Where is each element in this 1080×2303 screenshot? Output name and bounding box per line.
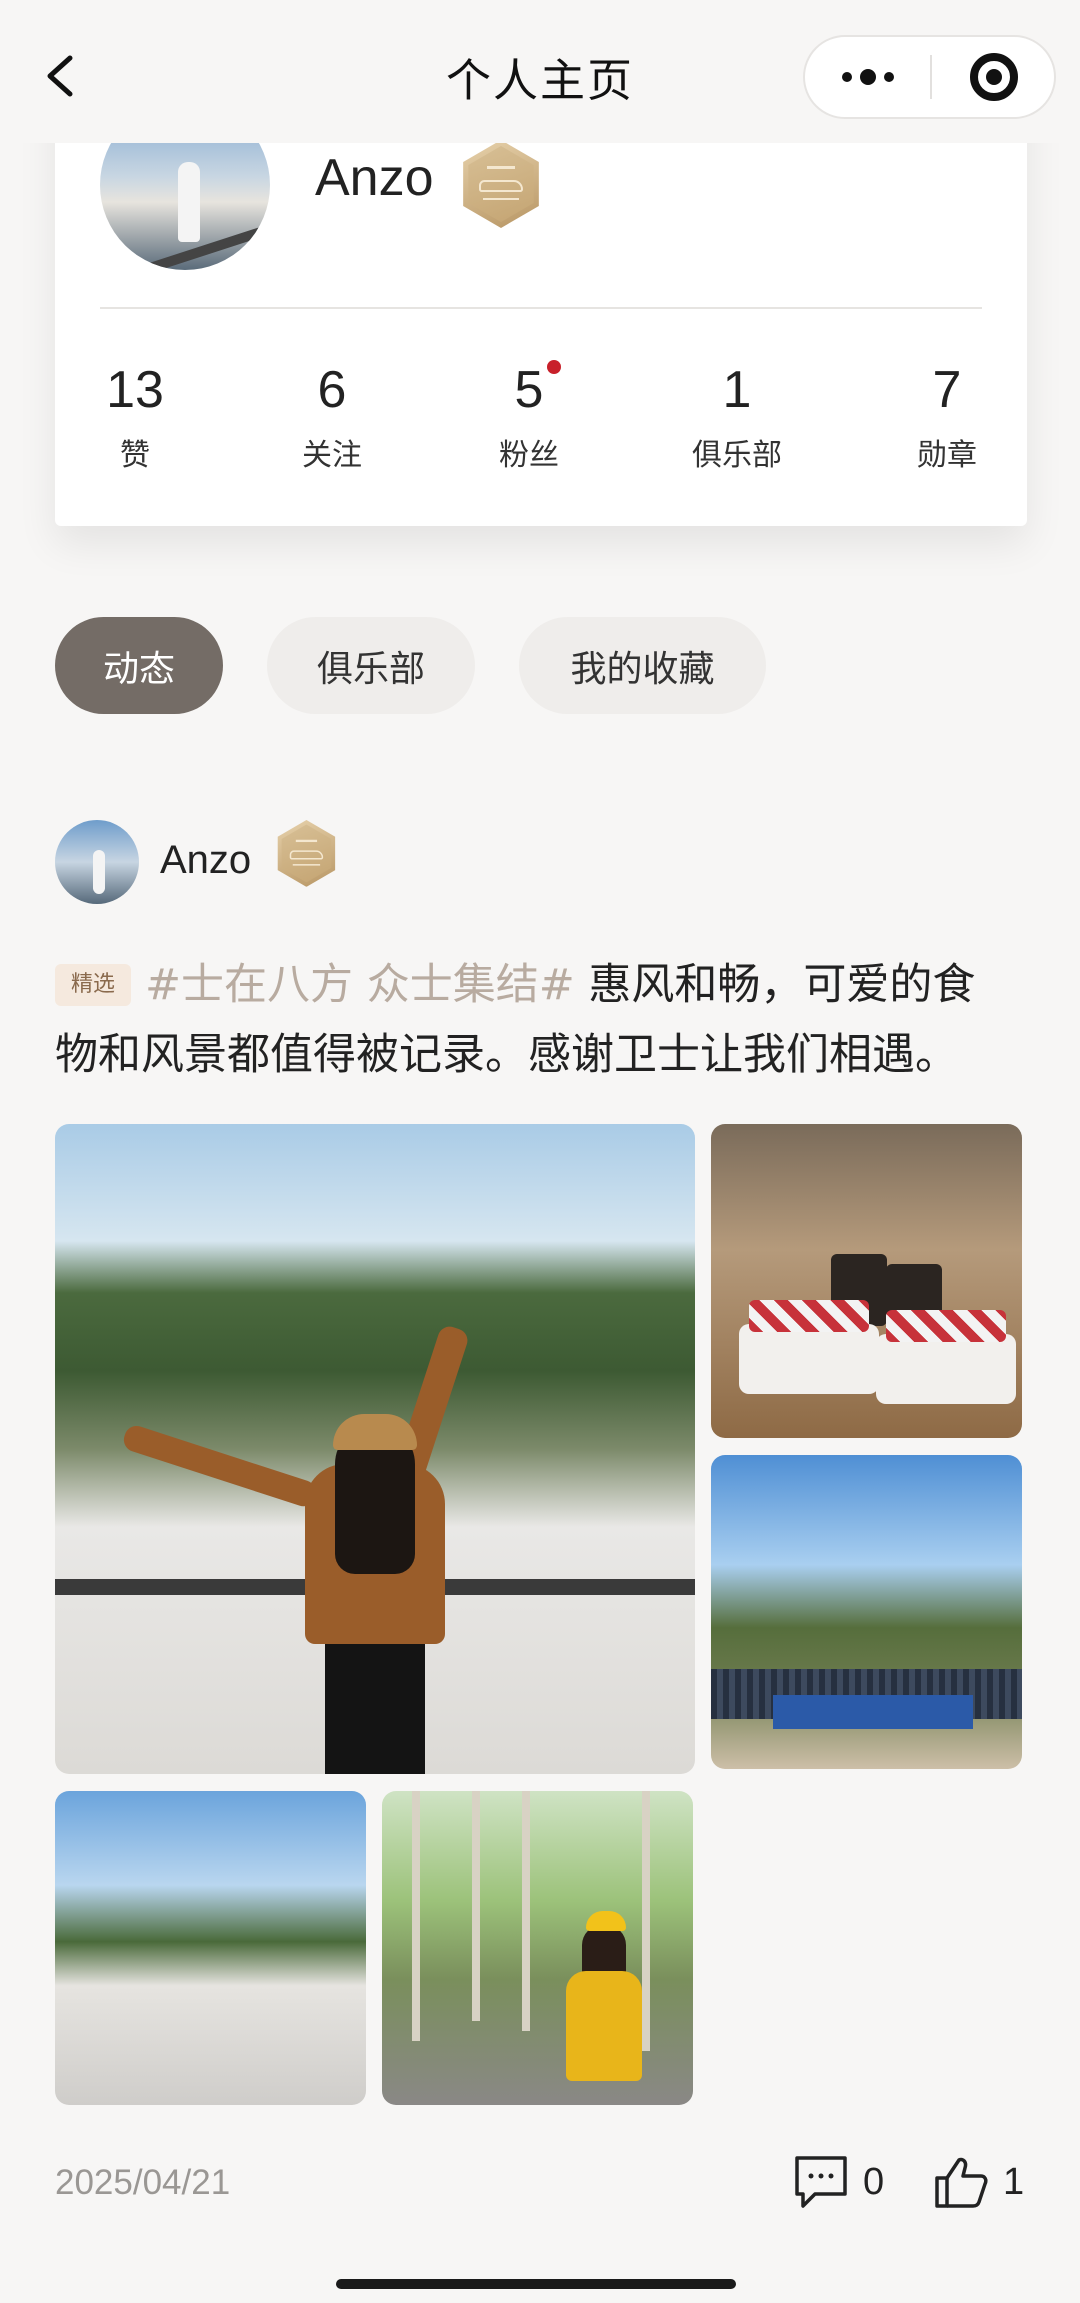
post-photo[interactable] [711, 1455, 1022, 1769]
stat-value: 6 [317, 361, 347, 419]
tab-posts[interactable]: 动态 [55, 617, 223, 714]
stat-medals[interactable]: 7 勋章 [882, 360, 1012, 474]
thumbs-up-icon [935, 2157, 988, 2208]
home-indicator [336, 2279, 736, 2289]
post-photo[interactable] [55, 1124, 695, 1774]
like-count: 1 [1003, 2160, 1025, 2203]
profile-name: Anzo [315, 149, 434, 207]
mini-program-capsule [803, 35, 1056, 119]
post-author-name[interactable]: Anzo [160, 838, 251, 883]
post-date: 2025/04/21 [55, 2163, 231, 2202]
stat-followers[interactable]: 5 粉丝 [464, 360, 594, 474]
stat-label: 俱乐部 [692, 438, 782, 473]
notification-dot [547, 360, 562, 374]
tab-clubs[interactable]: 俱乐部 [267, 617, 475, 714]
stat-clubs[interactable]: 1 俱乐部 [662, 360, 812, 474]
badge-icon[interactable] [463, 140, 539, 228]
stat-likes[interactable]: 13 赞 [70, 360, 200, 474]
featured-tag: 精选 [55, 964, 132, 1006]
back-arrow-icon [47, 55, 73, 97]
post-photo[interactable] [711, 1124, 1022, 1438]
back-button[interactable] [38, 48, 86, 104]
tab-favorites[interactable]: 我的收藏 [519, 617, 766, 714]
top-nav-bar: 个人主页 [0, 0, 1080, 143]
post-body: 精选 #士在八方 众士集结# 惠风和畅，可爱的食物和风景都值得被记录。感谢卫士让我… [55, 950, 1015, 1090]
post-author-avatar[interactable] [55, 820, 139, 904]
stat-value: 7 [932, 361, 962, 419]
hashtag-link[interactable]: #士在八方 众士集结# [145, 960, 575, 1010]
stat-label: 粉丝 [499, 438, 559, 473]
post-photo[interactable] [55, 1791, 366, 2105]
stat-value: 13 [106, 361, 164, 419]
more-dots-icon [841, 69, 894, 85]
divider [100, 307, 982, 309]
comment-icon [795, 2156, 847, 2208]
close-target-icon [970, 53, 1018, 101]
stat-value: 5 [515, 360, 562, 420]
close-button[interactable] [932, 37, 1056, 117]
like-button[interactable]: 1 [933, 2152, 1024, 2212]
stat-following[interactable]: 6 关注 [267, 360, 397, 474]
badge-icon[interactable] [277, 820, 336, 887]
stat-label: 勋章 [917, 438, 977, 473]
post-photo[interactable] [382, 1791, 693, 2105]
stat-value: 1 [722, 361, 752, 419]
more-button[interactable] [805, 37, 930, 117]
stat-label: 关注 [302, 438, 362, 473]
comment-count: 0 [863, 2160, 885, 2203]
comment-button[interactable]: 0 [793, 2152, 884, 2212]
stat-label: 赞 [120, 438, 150, 473]
